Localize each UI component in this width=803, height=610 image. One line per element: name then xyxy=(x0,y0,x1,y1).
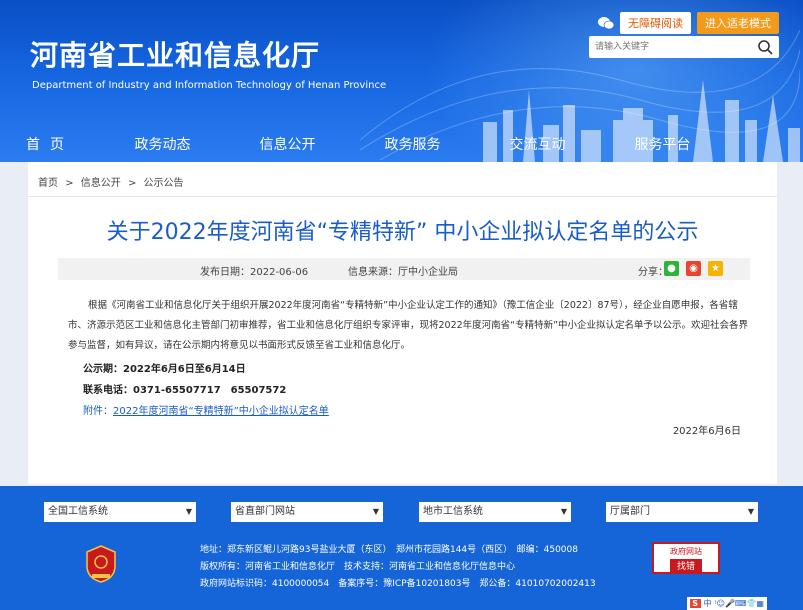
top-tools: 无障碍阅读 进入适老模式 xyxy=(598,12,779,34)
dropdown-arrow-icon: ▼ xyxy=(185,507,192,516)
search-box xyxy=(589,36,779,58)
breadcrumb: 首页 > 信息公开 > 公示公告 xyxy=(38,174,188,189)
select-label: 厅属部门 xyxy=(610,506,650,517)
info-source: 信息来源：厅中小企业局 xyxy=(348,267,458,278)
attachment-label: 附件： xyxy=(83,406,113,417)
footer-copyright: 版权所有：河南省工业和信息化厅 技术支持：河南省工业和信息化厅信息中心 xyxy=(200,562,516,572)
select-label: 省直部门网站 xyxy=(235,506,295,517)
share-qzone-icon[interactable]: ★ xyxy=(708,261,723,276)
share-weibo-icon[interactable]: ◉ xyxy=(686,261,701,276)
badge-action: 找错 xyxy=(670,559,702,572)
breadcrumb-separator: > xyxy=(65,178,74,189)
site-title: 河南省工业和信息化厅 xyxy=(30,39,321,72)
article-body: 根据《河南省工业和信息化厅关于组织开展2022年度河南省“专精特新”中小企业认定… xyxy=(68,300,749,351)
nav-information-disclosure[interactable]: 信息公开 xyxy=(225,130,350,160)
publish-date: 发布日期：2022-06-06 xyxy=(200,267,309,278)
select-label: 地市工信系统 xyxy=(423,506,483,517)
toolbar-symbols: ⁾☺🎤⌨👕▦ xyxy=(714,599,764,608)
gov-site-error-badge[interactable]: 政府网站 找错 xyxy=(652,542,720,574)
attachment-link[interactable]: 2022年度河南省“专精特新”中小企业拟认定名单 xyxy=(113,406,329,417)
signature-date: 2022年6月6日 xyxy=(672,426,741,437)
main-nav: 首页 政务动态 信息公开 政务服务 交流互动 服务平台 xyxy=(0,130,803,160)
input-toolbar[interactable]: S 中 ⁾☺🎤⌨👕▦ xyxy=(686,597,767,610)
search-input[interactable] xyxy=(589,38,749,56)
site-footer: 全国工信系统 ▼ 省直部门网站 ▼ 地市工信系统 ▼ 厅属部门 ▼ 地址：郑东新区鲲儿河… xyxy=(0,486,803,610)
nav-interaction[interactable]: 交流互动 xyxy=(475,130,600,160)
breadcrumb-announcements[interactable]: 公示公告 xyxy=(144,178,184,189)
attachment: 附件：2022年度河南省“专精特新”中小企业拟认定名单 xyxy=(83,402,329,417)
site-subtitle: Department of Industry and Information T… xyxy=(32,80,387,91)
select-label: 全国工信系统 xyxy=(48,506,108,517)
contact-phone: 联系电话：0371-65507717 65507572 xyxy=(83,385,287,396)
dropdown-arrow-icon: ▼ xyxy=(560,507,567,516)
nav-service-platform[interactable]: 服务平台 xyxy=(600,130,725,160)
select-provincial-departments[interactable]: 省直部门网站 ▼ xyxy=(231,502,383,522)
wechat-icon[interactable] xyxy=(598,16,614,30)
select-affiliated-departments[interactable]: 厅属部门 ▼ xyxy=(606,502,758,522)
footer-registration: 政府网站标识码：4100000054 备案序号：豫ICP备10201803号 郑… xyxy=(200,579,596,589)
article-meta-bar: 发布日期：2022-06-06 信息来源：厅中小企业局 分享： ● ◉ ★ xyxy=(58,258,750,280)
footer-info: 地址：郑东新区鲲儿河路93号盐业大厦（东区） 郑州市花园路144号（西区） 邮编… xyxy=(200,542,620,593)
publicity-period: 公示期：2022年6月6日至6月14日 xyxy=(83,364,246,375)
article-title: 关于2022年度河南省“专精特新” 中小企业拟认定名单的公示 xyxy=(106,220,699,245)
dropdown-arrow-icon: ▼ xyxy=(747,507,754,516)
accessible-reading-button[interactable]: 无障碍阅读 xyxy=(620,12,691,34)
nav-home[interactable]: 首页 xyxy=(0,130,100,160)
search-icon[interactable] xyxy=(757,39,773,55)
footer-address: 地址：郑东新区鲲儿河路93号盐业大厦（东区） 郑州市花园路144号（西区） 邮编… xyxy=(200,545,578,555)
site-header: 河南省工业和信息化厅 Department of Industry and In… xyxy=(0,0,803,162)
article-panel: 首页 > 信息公开 > 公示公告 关于2022年度河南省“专精特新” 中小企业拟… xyxy=(28,162,777,484)
badge-title: 政府网站 xyxy=(670,547,702,556)
nav-government-services[interactable]: 政务服务 xyxy=(350,130,475,160)
party-emblem-icon xyxy=(86,545,116,583)
share-wechat-icon[interactable]: ● xyxy=(664,261,679,276)
dropdown-arrow-icon: ▼ xyxy=(372,507,379,516)
breadcrumb-info-disclosure[interactable]: 信息公开 xyxy=(81,178,121,189)
nav-government-news[interactable]: 政务动态 xyxy=(100,130,225,160)
breadcrumb-home[interactable]: 首页 xyxy=(38,178,58,189)
sogou-icon: S xyxy=(689,599,701,608)
select-national-it-system[interactable]: 全国工信系统 ▼ xyxy=(44,502,196,522)
elder-mode-button[interactable]: 进入适老模式 xyxy=(697,12,779,34)
toolbar-lang: 中 xyxy=(703,599,712,608)
breadcrumb-separator: > xyxy=(127,178,137,189)
select-city-it-system[interactable]: 地市工信系统 ▼ xyxy=(419,502,571,522)
divider xyxy=(28,196,777,197)
